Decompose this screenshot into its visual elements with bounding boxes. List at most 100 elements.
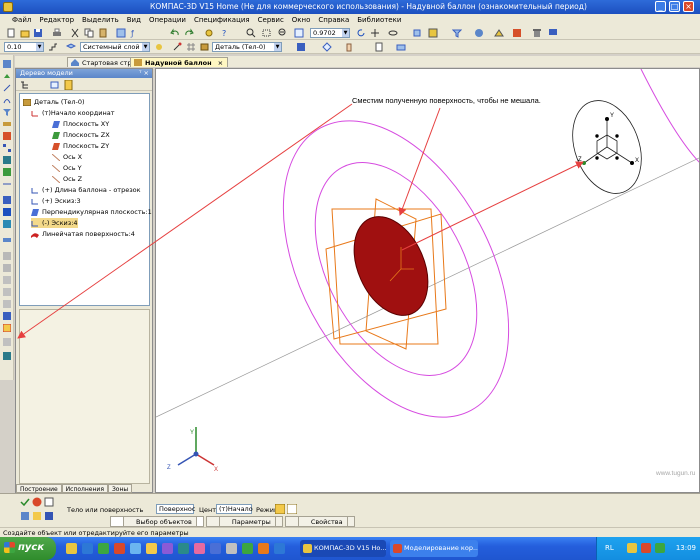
array-icon[interactable] xyxy=(3,144,11,152)
faded-tool-1-icon[interactable] xyxy=(3,252,11,260)
quicklaunch-11-icon[interactable] xyxy=(226,543,237,554)
menu-specification[interactable]: Спецификация xyxy=(190,14,254,26)
tab-select-objects[interactable]: Выбор объектов xyxy=(110,516,204,527)
tree-sort-icon[interactable] xyxy=(50,81,59,89)
tree-item-plane-zy[interactable]: Плоскость ZY xyxy=(52,141,109,151)
refresh-icon[interactable] xyxy=(356,28,366,38)
hand-icon[interactable] xyxy=(344,42,354,52)
quicklaunch-6-icon[interactable] xyxy=(146,543,157,554)
surface-tool-icon[interactable] xyxy=(3,132,11,140)
save-icon[interactable] xyxy=(33,28,43,38)
tab-zones[interactable]: Зоны xyxy=(107,484,133,493)
orientation-icon[interactable] xyxy=(412,28,422,38)
color-icon[interactable] xyxy=(296,42,306,52)
menu-service[interactable]: Сервис xyxy=(254,14,288,26)
remember-state-icon[interactable] xyxy=(20,511,30,521)
body-or-surface-field[interactable]: Поверхнос xyxy=(156,504,195,514)
trash-icon[interactable] xyxy=(532,28,542,38)
tree-item-axis-x[interactable]: Ось X xyxy=(52,152,82,162)
tree-item-perpendicular-plane[interactable]: Перпендикулярная плоскость:1 xyxy=(31,207,152,217)
display-icon[interactable] xyxy=(548,28,558,38)
tab-variants[interactable]: Исполнения xyxy=(61,484,108,493)
quicklaunch-1-icon[interactable] xyxy=(66,543,77,554)
layer-combo[interactable]: Системный слой (0) ▼ xyxy=(80,42,150,52)
sheet-icon[interactable] xyxy=(374,42,384,52)
move-surface-icon[interactable] xyxy=(3,324,11,332)
sketch-icon[interactable] xyxy=(3,84,11,92)
quicklaunch-9-icon[interactable] xyxy=(194,543,205,554)
tab-inflatable-balloon[interactable]: Надувной баллон × xyxy=(130,57,229,67)
quicklaunch-2-icon[interactable] xyxy=(82,543,93,554)
close-tab-icon[interactable]: × xyxy=(218,59,223,67)
tree-item-part[interactable]: Деталь (Тел-0) xyxy=(23,97,85,107)
minimize-button[interactable]: _ xyxy=(655,1,666,12)
quicklaunch-3-icon[interactable] xyxy=(98,543,109,554)
scale-combo[interactable]: 0.9702 ▼ xyxy=(310,28,350,38)
extrude-icon[interactable] xyxy=(3,72,11,80)
tree-pin-icon[interactable] xyxy=(64,80,73,90)
tab-properties[interactable]: Свойства xyxy=(284,516,355,527)
preview-icon[interactable] xyxy=(44,511,54,521)
manager-icon[interactable] xyxy=(204,28,214,38)
filter-icon[interactable] xyxy=(452,28,462,38)
new-document-icon[interactable] xyxy=(6,28,16,38)
faded-tool-4-icon[interactable] xyxy=(3,288,11,296)
mode-absolute-icon[interactable] xyxy=(275,504,285,514)
section-icon[interactable] xyxy=(512,28,522,38)
tray-3-icon[interactable] xyxy=(655,543,665,553)
tree-item-plane-zx[interactable]: Плоскость ZX xyxy=(52,130,110,140)
properties-icon[interactable] xyxy=(116,28,126,38)
export-icon[interactable] xyxy=(396,42,406,52)
menu-libraries[interactable]: Библиотеки xyxy=(353,14,405,26)
zoom-in-icon[interactable] xyxy=(246,28,256,38)
show-all-icon[interactable] xyxy=(294,28,304,38)
manual-icon[interactable] xyxy=(32,511,42,521)
curve-icon[interactable] xyxy=(3,96,11,104)
undo-icon[interactable] xyxy=(170,28,180,38)
faded-tool-6-icon[interactable] xyxy=(3,338,11,346)
create-object-icon[interactable] xyxy=(20,497,30,507)
line-width-combo[interactable]: 0.10 ▼ xyxy=(4,42,44,52)
body-icon[interactable] xyxy=(3,196,11,204)
faded-tool-5-icon[interactable] xyxy=(3,300,11,308)
tree-item-plane-xy[interactable]: Плоскость XY xyxy=(52,119,109,129)
dimension-icon[interactable] xyxy=(3,180,11,188)
redo-icon[interactable] xyxy=(184,28,194,38)
surfaces-panel-icon[interactable] xyxy=(3,312,11,320)
maximize-button[interactable]: □ xyxy=(669,1,680,12)
menu-view[interactable]: Вид xyxy=(123,14,145,26)
rotate-icon[interactable] xyxy=(388,28,398,38)
part-icon[interactable] xyxy=(200,42,210,52)
zoom-window-icon[interactable] xyxy=(262,28,272,38)
menu-help[interactable]: Справка xyxy=(314,14,353,26)
library-icon[interactable] xyxy=(3,352,11,360)
panel-switch-icon[interactable] xyxy=(3,60,11,68)
tree-view-icon[interactable] xyxy=(20,81,29,89)
quicklaunch-14-icon[interactable] xyxy=(274,543,285,554)
body-2-icon[interactable] xyxy=(3,208,11,216)
quicklaunch-5-icon[interactable] xyxy=(130,543,141,554)
quicklaunch-8-icon[interactable] xyxy=(178,543,189,554)
body-3-icon[interactable] xyxy=(3,220,11,228)
faded-tool-2-icon[interactable] xyxy=(3,264,11,272)
language-indicator[interactable]: RL xyxy=(605,544,614,552)
snap-icon[interactable] xyxy=(172,42,182,52)
help-icon[interactable]: ? xyxy=(220,28,230,38)
task-kompas[interactable]: КОМПАС-3D V15 Ho... xyxy=(300,540,386,557)
variables-icon[interactable]: ƒ xyxy=(130,28,140,38)
panel-buttons[interactable]: ᵀ × xyxy=(139,69,149,77)
tree-item-origin[interactable]: (т)Начало координат xyxy=(31,108,115,118)
plane-tool-icon[interactable] xyxy=(3,236,11,244)
quicklaunch-4-icon[interactable] xyxy=(114,543,125,554)
tree-item-ruled-surface[interactable]: Линейчатая поверхность:4 xyxy=(31,229,135,239)
measure-icon[interactable] xyxy=(3,120,11,128)
tree-item-sketch-4[interactable]: (-) Эскиз:4 xyxy=(31,218,78,228)
zoom-out-icon[interactable] xyxy=(278,28,288,38)
menu-window[interactable]: Окно xyxy=(288,14,315,26)
tray-1-icon[interactable] xyxy=(627,543,637,553)
quicklaunch-12-icon[interactable] xyxy=(242,543,253,554)
start-button[interactable]: пуск xyxy=(0,537,56,560)
close-button[interactable]: × xyxy=(683,1,694,12)
shading-icon[interactable] xyxy=(474,28,484,38)
faded-tool-3-icon[interactable] xyxy=(3,276,11,284)
